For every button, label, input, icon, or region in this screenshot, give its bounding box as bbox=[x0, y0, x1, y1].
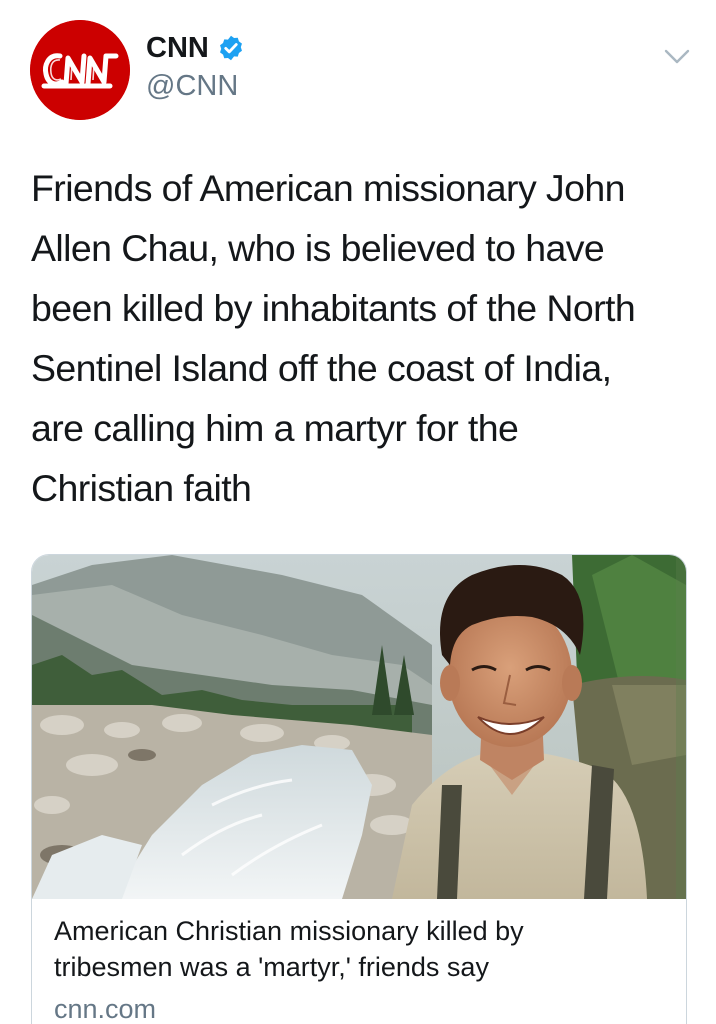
tweet-text-line: are calling him a martyr for the bbox=[31, 407, 519, 449]
verified-badge-icon bbox=[217, 34, 245, 62]
avatar[interactable] bbox=[30, 20, 130, 120]
card-title[interactable]: American Christian missionary killed by … bbox=[54, 913, 674, 985]
tweet-text-line: been killed by inhabitants of the North bbox=[31, 287, 636, 329]
display-name[interactable]: CNN bbox=[146, 30, 209, 66]
tweet-text-line: Christian faith bbox=[31, 467, 252, 509]
chevron-down-icon[interactable] bbox=[662, 44, 692, 68]
tweet-text-line: Friends of American missionary John bbox=[31, 167, 625, 209]
tweet-text-line: Sentinel Island off the coast of India, bbox=[31, 347, 612, 389]
tweet-text-line: Allen Chau, who is believed to have bbox=[31, 227, 605, 269]
photo-man-mountain-river-icon bbox=[32, 555, 686, 899]
card-image[interactable] bbox=[32, 555, 686, 899]
handle[interactable]: @CNN bbox=[146, 68, 238, 104]
card-domain: cnn.com bbox=[54, 994, 157, 1024]
link-card[interactable]: American Christian missionary killed by … bbox=[31, 554, 687, 1024]
card-title-line: American Christian missionary killed by bbox=[54, 916, 524, 946]
display-name-row[interactable]: CNN bbox=[146, 30, 245, 66]
cnn-logo-icon bbox=[30, 20, 130, 120]
card-title-line: tribesmen was a 'martyr,' friends say bbox=[54, 952, 489, 982]
tweet: CNN @CNN Friends of American missionary … bbox=[0, 0, 716, 1024]
tweet-text: Friends of American missionary John Alle… bbox=[31, 158, 691, 518]
